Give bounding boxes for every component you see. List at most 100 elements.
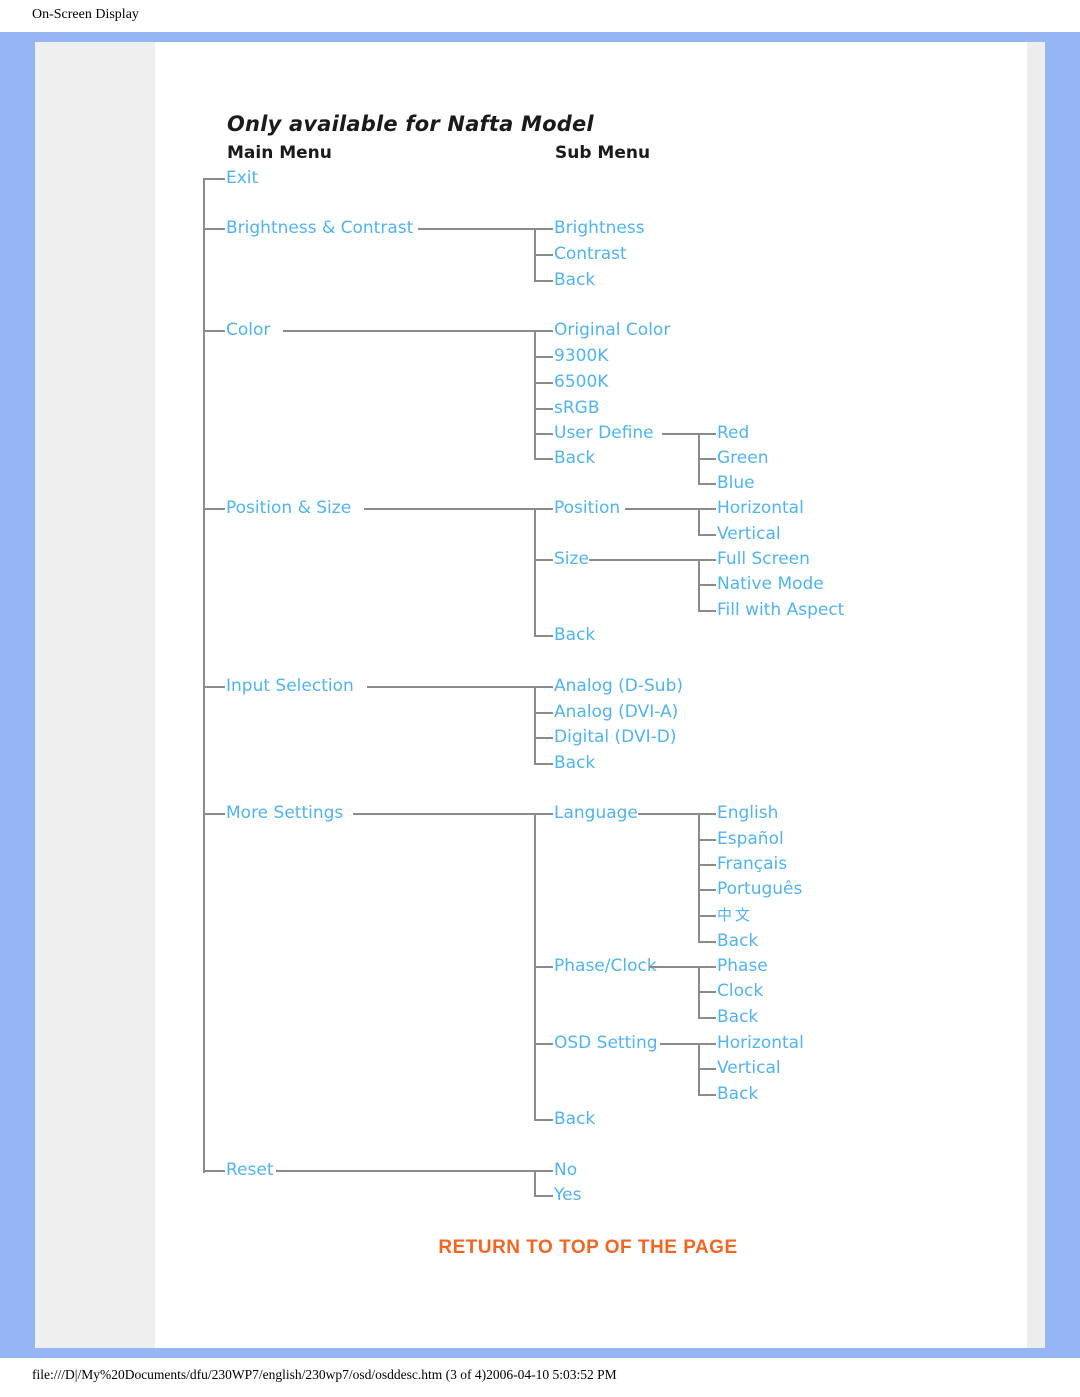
node-full-screen[interactable]: Full Screen: [717, 551, 810, 568]
node-color[interactable]: Color: [226, 322, 270, 339]
node-osd-vertical[interactable]: Vertical: [717, 1060, 781, 1077]
branch-red: [698, 433, 716, 435]
branch-brightness: [534, 228, 553, 230]
branch-input-back: [534, 763, 553, 765]
node-lang-chinese[interactable]: 中文: [717, 908, 753, 923]
node-phase-clock[interactable]: Phase/Clock: [554, 958, 657, 975]
connector-color: [283, 330, 535, 332]
node-6500k[interactable]: 6500K: [554, 374, 608, 391]
column-header-main-menu: Main Menu: [227, 143, 332, 163]
node-ms-back[interactable]: Back: [554, 1111, 595, 1128]
node-input-selection[interactable]: Input Selection: [226, 678, 354, 695]
trunk-reset-sub: [534, 1170, 536, 1196]
node-blue[interactable]: Blue: [717, 475, 755, 492]
trunk-level1: [203, 178, 205, 1173]
page-header: On-Screen Display: [0, 0, 1080, 32]
node-lang-back[interactable]: Back: [717, 933, 758, 950]
branch-srgb: [534, 408, 553, 410]
connector-position-size: [364, 508, 535, 510]
connector-osd-setting: [660, 1043, 699, 1045]
content-canvas: Only available for Nafta Model Main Menu…: [35, 42, 1045, 1348]
branch-analog-dvia: [534, 712, 553, 714]
nafta-model-note: Only available for Nafta Model: [227, 112, 594, 136]
node-fill-with-aspect[interactable]: Fill with Aspect: [717, 602, 844, 619]
node-color-back[interactable]: Back: [554, 450, 595, 467]
node-position[interactable]: Position: [554, 500, 620, 517]
node-horizontal-pos[interactable]: Horizontal: [717, 500, 804, 517]
node-ps-back[interactable]: Back: [554, 627, 595, 644]
branch-position-size: [203, 508, 225, 510]
connector-input-selection: [367, 686, 535, 688]
node-brightness[interactable]: Brightness: [554, 220, 645, 237]
node-more-settings[interactable]: More Settings: [226, 805, 343, 822]
node-exit[interactable]: Exit: [226, 170, 258, 187]
branch-lang-back: [698, 941, 716, 943]
column-header-sub-menu: Sub Menu: [555, 143, 651, 163]
node-original-color[interactable]: Original Color: [554, 322, 670, 339]
node-analog-dsub[interactable]: Analog (D-Sub): [554, 678, 683, 695]
node-clock[interactable]: Clock: [717, 983, 763, 1000]
node-native-mode[interactable]: Native Mode: [717, 576, 824, 593]
node-phase[interactable]: Phase: [717, 958, 768, 975]
branch-lang-chinese: [698, 915, 716, 917]
branch-green: [698, 458, 716, 460]
node-reset[interactable]: Reset: [226, 1162, 274, 1179]
node-user-define[interactable]: User Define: [554, 425, 654, 442]
node-lang-english[interactable]: English: [717, 805, 778, 822]
node-lang-francais[interactable]: Français: [717, 856, 787, 873]
connector-language: [638, 813, 699, 815]
node-language[interactable]: Language: [554, 805, 638, 822]
node-srgb[interactable]: sRGB: [554, 400, 600, 417]
node-pc-back[interactable]: Back: [717, 1009, 758, 1026]
node-osd-back[interactable]: Back: [717, 1086, 758, 1103]
branch-analog-dsub: [534, 686, 553, 688]
branch-ms-back: [534, 1119, 553, 1121]
node-osd-setting[interactable]: OSD Setting: [554, 1035, 658, 1052]
node-9300k[interactable]: 9300K: [554, 348, 608, 365]
blue-page-frame: Only available for Nafta Model Main Menu…: [0, 32, 1080, 1358]
branch-phase-clock: [534, 966, 553, 968]
node-reset-no[interactable]: No: [554, 1162, 577, 1179]
branch-vertical-pos: [698, 534, 716, 536]
node-contrast[interactable]: Contrast: [554, 246, 627, 263]
branch-osd-vertical: [698, 1068, 716, 1070]
branch-reset-no: [534, 1170, 553, 1172]
node-lang-portugues[interactable]: Português: [717, 881, 802, 898]
return-to-top-link[interactable]: RETURN TO TOP OF THE PAGE: [155, 1237, 1021, 1259]
trunk-languages: [698, 813, 700, 941]
branch-9300k: [534, 356, 553, 358]
branch-clock: [698, 991, 716, 993]
branch-bc-back: [534, 280, 553, 282]
branch-horizontal-pos: [698, 508, 716, 510]
node-size[interactable]: Size: [554, 551, 589, 568]
branch-position: [534, 508, 553, 510]
node-osd-horizontal[interactable]: Horizontal: [717, 1035, 804, 1052]
osd-menu-tree-diagram: Only available for Nafta Model Main Menu…: [155, 42, 1021, 1348]
connector-user-define: [662, 433, 699, 435]
node-brightness-contrast[interactable]: Brightness & Contrast: [226, 220, 413, 237]
connector-phase-clock: [649, 966, 699, 968]
branch-native-mode: [698, 584, 716, 586]
node-vertical-pos[interactable]: Vertical: [717, 526, 781, 543]
connector-size: [589, 559, 699, 561]
branch-digital-dvid: [534, 737, 553, 739]
node-lang-espanol[interactable]: Español: [717, 831, 784, 848]
right-scroll-strip[interactable]: [1027, 42, 1045, 1348]
node-analog-dvia[interactable]: Analog (DVI-A): [554, 704, 678, 721]
node-digital-dvid[interactable]: Digital (DVI-D): [554, 729, 676, 746]
node-position-size[interactable]: Position & Size: [226, 500, 351, 517]
branch-reset: [203, 1170, 225, 1172]
branch-language: [534, 813, 553, 815]
branch-color-back: [534, 458, 553, 460]
trunk-position-size-sub: [534, 508, 536, 635]
node-reset-yes[interactable]: Yes: [554, 1187, 581, 1204]
branch-original-color: [534, 330, 553, 332]
branch-more-settings: [203, 813, 225, 815]
node-input-back[interactable]: Back: [554, 755, 595, 772]
node-red[interactable]: Red: [717, 425, 749, 442]
branch-lang-francais: [698, 864, 716, 866]
node-bc-back[interactable]: Back: [554, 272, 595, 289]
node-green[interactable]: Green: [717, 450, 768, 467]
branch-6500k: [534, 382, 553, 384]
page-footer: file:///D|/My%20Documents/dfu/230WP7/eng…: [0, 1358, 1080, 1397]
